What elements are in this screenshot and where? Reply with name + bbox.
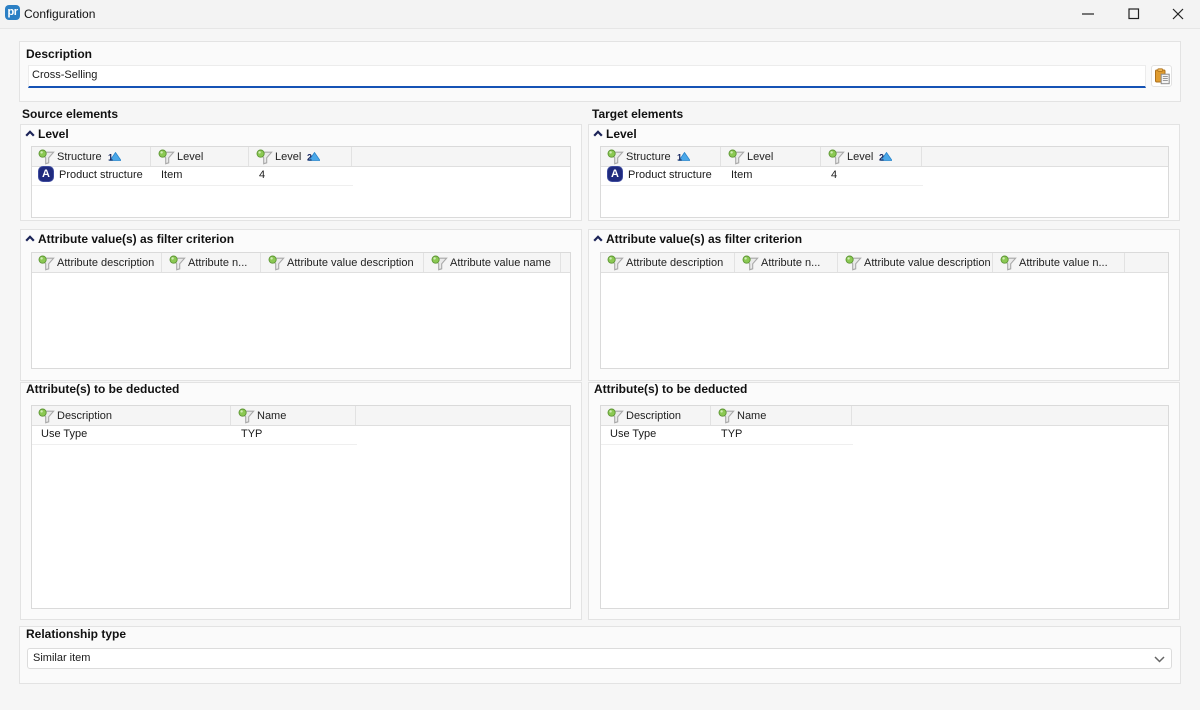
svg-text:1: 1	[677, 153, 682, 162]
svg-text:1: 1	[108, 153, 113, 162]
svg-text:2: 2	[879, 153, 884, 162]
svg-text:2: 2	[307, 153, 312, 162]
